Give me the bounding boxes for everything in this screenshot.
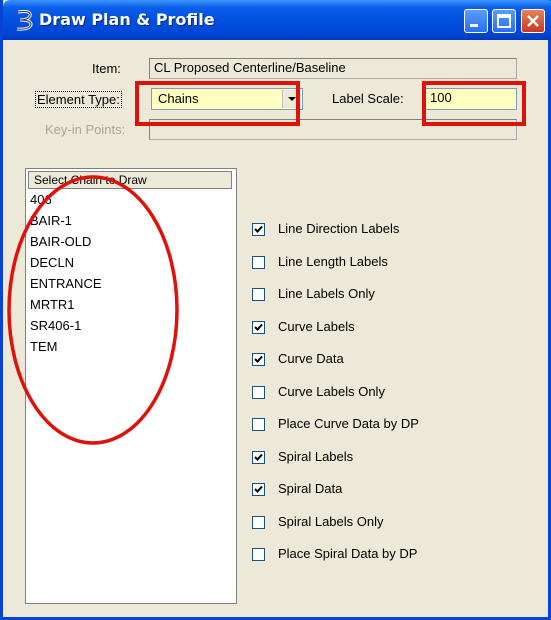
chevron-down-icon xyxy=(288,97,296,101)
list-item[interactable]: TEM xyxy=(30,338,57,356)
title-bar[interactable]: Draw Plan & Profile xyxy=(3,0,551,40)
list-item[interactable]: BAIR-OLD xyxy=(30,233,91,251)
minimize-button[interactable] xyxy=(464,9,488,33)
list-item[interactable]: 406 xyxy=(30,191,52,209)
checkbox[interactable] xyxy=(252,255,265,269)
checkbox[interactable] xyxy=(252,515,265,529)
window-title: Draw Plan & Profile xyxy=(39,10,215,29)
checkbox-label: Line Length Labels xyxy=(278,253,388,269)
close-icon xyxy=(527,15,539,27)
checkmark-icon xyxy=(254,485,263,493)
checkbox[interactable] xyxy=(252,385,265,399)
minimize-icon xyxy=(470,24,478,27)
checkmark-icon xyxy=(254,323,263,331)
checkmark-icon xyxy=(254,355,263,363)
chain-listbox[interactable]: Select Chain to Draw 406 BAIR-1 BAIR-OLD DE… xyxy=(25,168,237,604)
close-button[interactable] xyxy=(521,9,545,33)
maximize-icon xyxy=(497,14,511,28)
checkbox[interactable] xyxy=(252,320,265,334)
checkbox[interactable] xyxy=(252,450,265,464)
checkbox[interactable] xyxy=(252,353,265,366)
checkbox-label: Curve Labels Only xyxy=(278,383,385,399)
list-item[interactable]: SR406-1 xyxy=(30,317,81,335)
checkbox-label: Line Labels Only xyxy=(278,286,375,301)
element-type-dropdown[interactable]: Chains xyxy=(151,88,303,110)
checkbox[interactable] xyxy=(252,288,265,301)
keyin-points-field xyxy=(149,119,517,140)
checkbox-label: Place Curve Data by DP xyxy=(278,416,419,431)
checkbox[interactable] xyxy=(252,548,265,561)
list-item[interactable]: ENTRANCE xyxy=(30,275,102,293)
checkbox[interactable] xyxy=(252,223,265,236)
item-field: CL Proposed Centerline/Baseline xyxy=(149,58,517,79)
label-scale-label: Label Scale: xyxy=(332,91,404,106)
chain-icon xyxy=(16,10,33,31)
list-item[interactable]: DECLN xyxy=(30,254,74,272)
item-label: Item: xyxy=(92,61,121,76)
checkbox-label: Curve Data xyxy=(278,351,344,366)
checkmark-icon xyxy=(254,453,263,461)
checkbox-label: Spiral Labels xyxy=(278,448,354,464)
checkmark-icon xyxy=(254,225,263,233)
checkbox-label: Line Direction Labels xyxy=(278,221,400,236)
checkbox[interactable] xyxy=(252,418,265,431)
checkbox-label: Spiral Labels Only xyxy=(278,513,384,529)
list-header: Select Chain to Draw xyxy=(28,171,232,189)
element-type-label: Element Type: xyxy=(35,91,122,108)
keyin-points-label: Key-in Points: xyxy=(45,122,126,137)
checkbox-label: Place Spiral Data by DP xyxy=(278,546,418,561)
label-scale-input[interactable]: 100 xyxy=(425,88,517,110)
dropdown-arrow-button[interactable] xyxy=(282,90,301,108)
checkbox[interactable] xyxy=(252,483,265,496)
checkbox-label: Curve Labels xyxy=(278,318,355,334)
checkbox-label: Spiral Data xyxy=(278,481,343,496)
draw-plan-profile-dialog: Draw Plan & Profile Item: CL Proposed Ce… xyxy=(0,0,551,620)
list-item[interactable]: BAIR-1 xyxy=(30,212,72,230)
element-type-value: Chains xyxy=(158,91,199,106)
maximize-button[interactable] xyxy=(492,9,516,33)
list-item[interactable]: MRTR1 xyxy=(30,296,75,314)
